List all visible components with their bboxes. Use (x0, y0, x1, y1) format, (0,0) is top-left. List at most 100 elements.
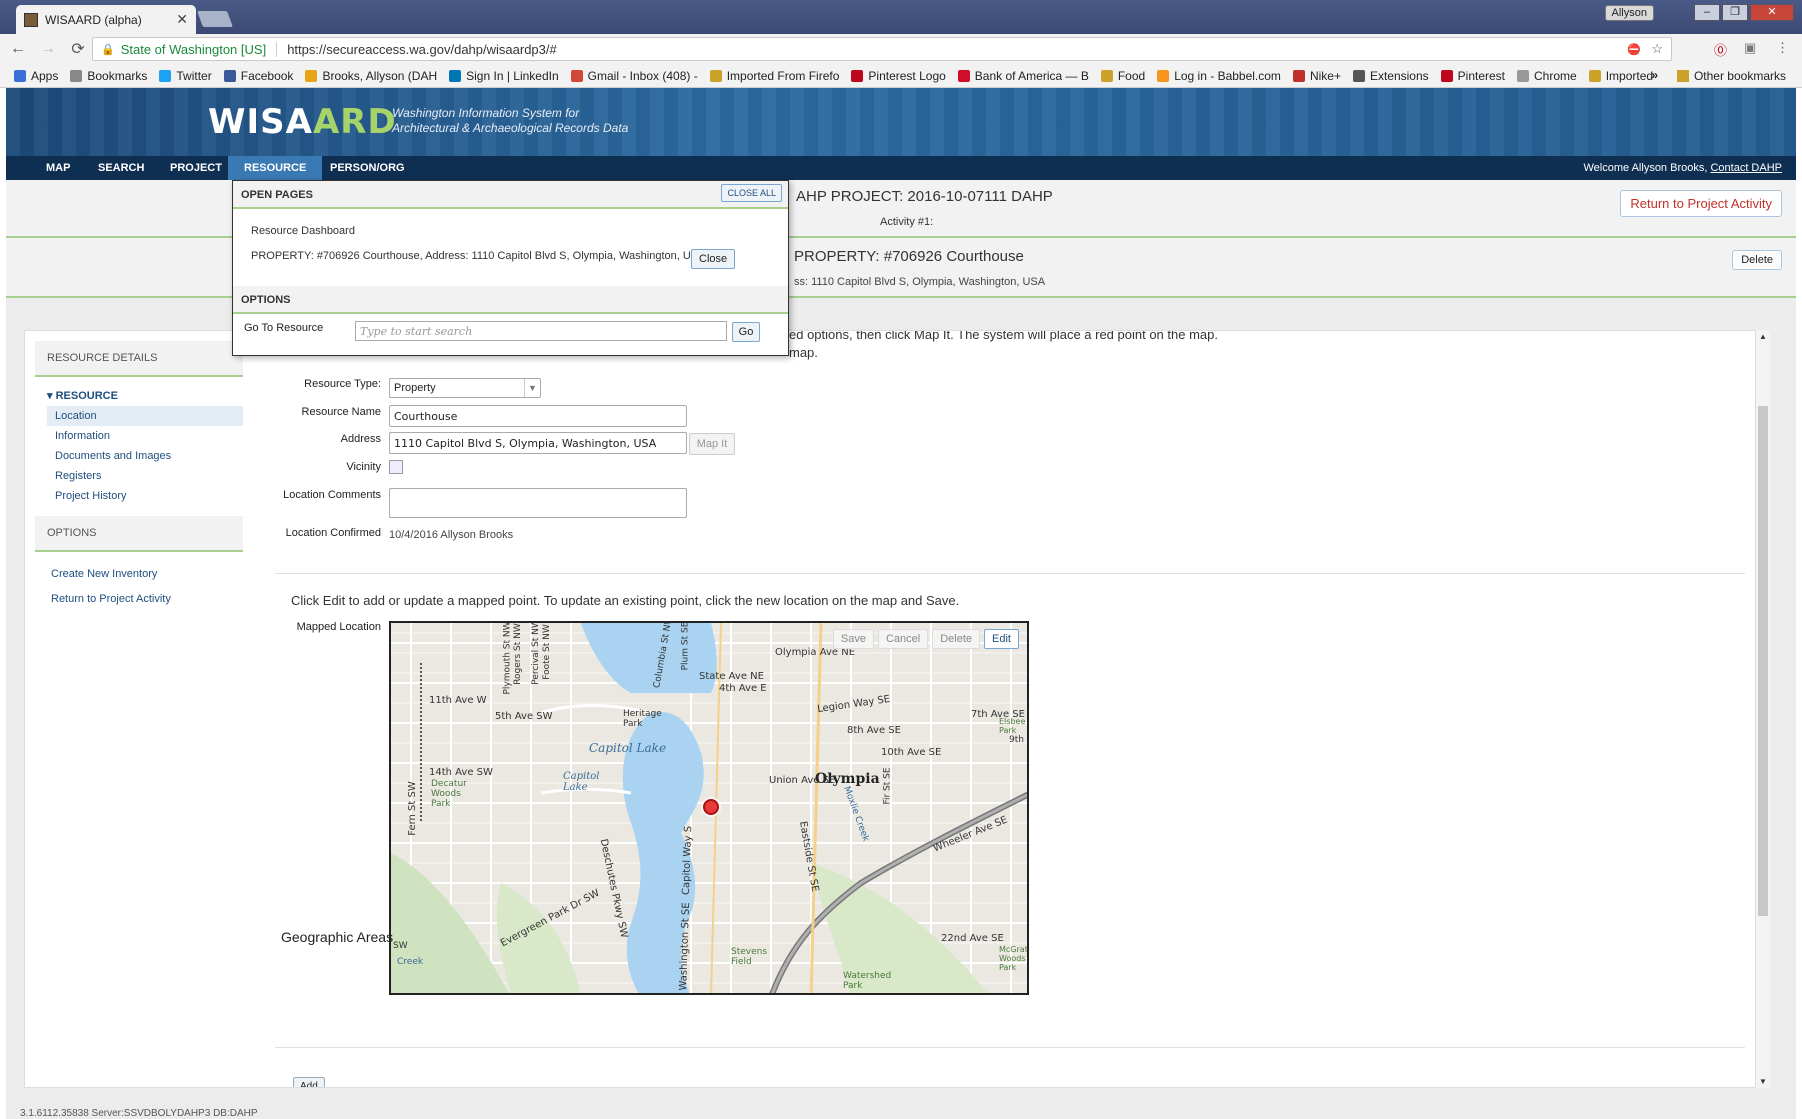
sidebar-item-registers[interactable]: Registers (47, 466, 243, 486)
add-geographic-area-button[interactable]: Add (293, 1077, 325, 1087)
nav-person-org[interactable]: PERSON/ORG (314, 156, 421, 180)
bookmark-item[interactable]: Facebook (223, 69, 293, 83)
sidebar-item-information[interactable]: Information (47, 426, 243, 446)
sidebar-item-project-history[interactable]: Project History (47, 486, 243, 506)
window-controls: – ❐ ✕ (1694, 4, 1794, 21)
scroll-down-icon[interactable]: ▼ (1759, 1077, 1767, 1086)
bookmark-item[interactable]: Bookmarks (70, 69, 147, 83)
back-arrow-icon[interactable]: ← (6, 40, 30, 58)
security-indicator[interactable]: State of Washington [US] (121, 41, 278, 57)
bookmark-label: Bookmarks (87, 68, 148, 83)
new-tab-button[interactable] (197, 11, 233, 27)
bookmark-icon (70, 69, 83, 82)
content-scrollbar[interactable]: ▲ ▼ (1756, 330, 1770, 1088)
nav-resource[interactable]: RESOURCE (228, 156, 323, 180)
delete-resource-button[interactable]: Delete (1732, 250, 1782, 270)
reload-icon[interactable]: ⟳ (66, 39, 90, 59)
nav-map[interactable]: MAP (30, 156, 86, 180)
bookmark-star-icon[interactable]: ☆ (1651, 41, 1663, 57)
bookmark-icon (449, 69, 462, 82)
open-pages-header: OPEN PAGES CLOSE ALL (233, 181, 788, 209)
bookmark-item[interactable]: Pinterest (1440, 69, 1505, 83)
bookmark-item[interactable]: Bank of America — B (957, 69, 1089, 83)
bookmark-item[interactable]: Brooks, Allyson (DAH (305, 69, 437, 83)
mapped-location-map[interactable]: Save Cancel Delete Edit Olympia Capitol … (389, 621, 1029, 995)
resource-sidebar: RESOURCE DETAILS ▾ RESOURCE Location Inf… (35, 341, 243, 612)
bookmark-item[interactable]: Pinterest Logo (851, 69, 946, 83)
vicinity-checkbox[interactable] (389, 460, 403, 474)
vicinity-label: Vicinity (346, 461, 381, 473)
create-new-inventory-link[interactable]: Create New Inventory (35, 562, 243, 587)
address-bar[interactable]: 🔒 State of Washington [US] https://secur… (92, 37, 1672, 61)
logo-text: WISA (208, 102, 313, 142)
map-cancel-button[interactable]: Cancel (877, 629, 929, 649)
instruction-text-2: map. (789, 345, 818, 360)
go-button[interactable]: Go (732, 322, 760, 342)
welcome-text: Welcome Allyson Brooks, (1583, 162, 1708, 174)
other-bookmarks-label: Other bookmarks (1693, 69, 1786, 83)
resource-type-select[interactable]: Property ▼ (389, 378, 541, 398)
bookmark-icon (1517, 69, 1530, 82)
bookmark-item[interactable]: Sign In | LinkedIn (449, 69, 559, 83)
bookmark-item[interactable]: Imported From Firefo (709, 69, 839, 83)
contact-dahp-link[interactable]: Contact DAHP (1710, 162, 1782, 174)
go-to-resource-input[interactable]: Type to start search (355, 321, 727, 341)
bookmark-icon (305, 69, 318, 82)
popup-options-header: OPTIONS (233, 286, 788, 314)
map-label-14th-ave-sw: 14th Ave SW (429, 767, 493, 778)
map-instruction-text: Click Edit to add or update a mapped poi… (291, 593, 960, 608)
address-input[interactable]: 1110 Capitol Blvd S, Olympia, Washington… (389, 432, 687, 454)
map-save-button[interactable]: Save (832, 629, 874, 649)
tab-close-icon[interactable]: ✕ (176, 11, 188, 28)
mapped-location-marker[interactable] (703, 799, 719, 815)
bookmark-item[interactable]: Gmail - Inbox (408) - (570, 69, 698, 83)
bookmark-item[interactable]: Log in - Babbel.com (1157, 69, 1281, 83)
open-page-resource-dashboard[interactable]: Resource Dashboard (233, 225, 788, 237)
resource-name-input[interactable]: Courthouse (389, 405, 687, 427)
other-bookmarks[interactable]: Other bookmarks (1676, 69, 1786, 83)
bookmark-icon (1352, 69, 1365, 82)
window-close-icon[interactable]: ✕ (1750, 4, 1794, 21)
bookmark-item[interactable]: Nike+ (1292, 69, 1341, 83)
instruction-text: ed options, then click Map It. The syste… (789, 330, 1218, 342)
map-edit-button[interactable]: Edit (984, 629, 1019, 649)
restore-icon[interactable]: ❐ (1722, 4, 1748, 21)
lock-icon: 🔒 (101, 43, 115, 56)
profile-button[interactable]: Allyson (1604, 5, 1654, 21)
return-to-project-activity-link[interactable]: Return to Project Activity (35, 587, 243, 612)
bookmark-item[interactable]: Twitter (159, 69, 212, 83)
open-pages-title: OPEN PAGES (241, 189, 313, 201)
bookmark-item[interactable]: Apps (14, 69, 58, 83)
bookmark-item[interactable]: Imported (1588, 69, 1653, 83)
bookmark-icon (957, 69, 970, 82)
url-text[interactable]: https://secureaccess.wa.gov/dahp/wisaard… (287, 42, 557, 57)
forward-arrow-icon[interactable]: → (36, 40, 60, 58)
nav-project[interactable]: PROJECT (154, 156, 238, 180)
bookmark-icon (851, 69, 864, 82)
resource-group-label[interactable]: ▾ RESOURCE (47, 389, 243, 402)
pinterest-extension-icon[interactable]: ⓪ (1714, 40, 1727, 59)
location-comments-textarea[interactable] (389, 488, 687, 518)
return-to-project-activity-button[interactable]: Return to Project Activity (1620, 190, 1782, 217)
nav-search[interactable]: SEARCH (82, 156, 160, 180)
close-open-page-button[interactable]: Close (691, 249, 736, 269)
bookmark-item[interactable]: Extensions (1352, 69, 1429, 83)
map-it-button[interactable]: Map It (689, 433, 735, 455)
browser-tab[interactable]: WISAARD (alpha) ✕ (16, 5, 196, 34)
sidebar-item-location[interactable]: Location (47, 406, 243, 426)
sidebar-item-documents[interactable]: Documents and Images (47, 446, 243, 466)
menu-icon[interactable]: ⋮ (1776, 40, 1789, 56)
bookmarks-overflow-button[interactable]: » (1651, 68, 1658, 82)
bookmark-item[interactable]: Food (1100, 69, 1145, 83)
scroll-up-icon[interactable]: ▲ (1759, 332, 1767, 341)
bookmark-label: Log in - Babbel.com (1174, 68, 1281, 83)
map-delete-button[interactable]: Delete (932, 629, 981, 649)
scrollbar-thumb[interactable] (1758, 406, 1768, 916)
map-label-5th-ave-sw: 5th Ave SW (495, 711, 553, 722)
extension-icon[interactable]: ▣ (1744, 40, 1756, 56)
close-all-button[interactable]: CLOSE ALL (721, 184, 782, 202)
blocked-content-icon[interactable]: ⛔ (1627, 43, 1641, 56)
bookmark-item[interactable]: Chrome (1517, 69, 1577, 83)
minimize-icon[interactable]: – (1694, 4, 1720, 21)
bookmark-label: Chrome (1534, 68, 1577, 83)
